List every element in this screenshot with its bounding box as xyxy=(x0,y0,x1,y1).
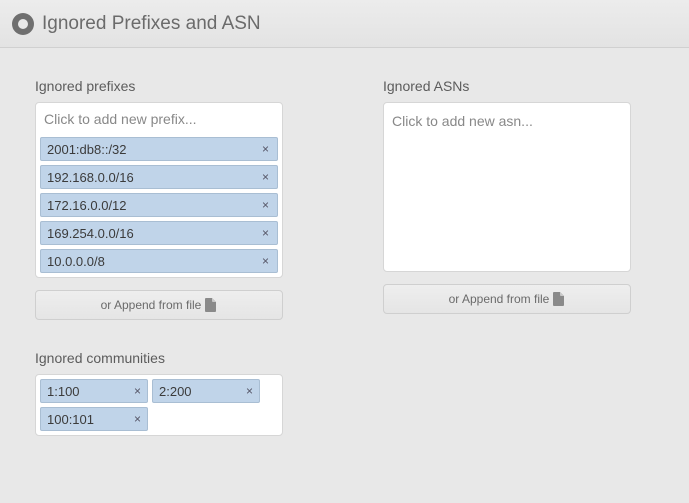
app-logo-icon xyxy=(12,13,34,35)
prefix-tag[interactable]: 2001:db8::/32 × xyxy=(40,137,278,161)
community-tag-text: 1:100 xyxy=(47,384,80,399)
prefix-tag-text: 172.16.0.0/12 xyxy=(47,198,127,213)
content-area: Ignored prefixes 2001:db8::/32 × 192.168… xyxy=(0,48,689,456)
prefix-tag-text: 2001:db8::/32 xyxy=(47,142,127,157)
remove-prefix-icon[interactable]: × xyxy=(260,170,271,184)
ignored-prefixes-box[interactable]: 2001:db8::/32 × 192.168.0.0/16 × 172.16.… xyxy=(35,102,283,278)
ignored-asns-section: Ignored ASNs or Append from file xyxy=(383,78,631,320)
page-title: Ignored Prefixes and ASN xyxy=(42,13,261,35)
ignored-prefixes-label: Ignored prefixes xyxy=(35,78,283,94)
append-from-file-label: or Append from file xyxy=(449,292,550,306)
append-from-file-label: or Append from file xyxy=(101,298,202,312)
add-community-input[interactable] xyxy=(152,409,172,429)
page-header: Ignored Prefixes and ASN xyxy=(0,0,689,48)
prefix-tag-text: 10.0.0.0/8 xyxy=(47,254,105,269)
remove-community-icon[interactable]: × xyxy=(132,412,143,426)
append-prefixes-from-file-button[interactable]: or Append from file xyxy=(35,290,283,320)
community-tag[interactable]: 2:200 × xyxy=(152,379,260,403)
file-icon xyxy=(553,292,565,306)
remove-prefix-icon[interactable]: × xyxy=(260,198,271,212)
remove-community-icon[interactable]: × xyxy=(132,384,143,398)
prefix-tag[interactable]: 169.254.0.0/16 × xyxy=(40,221,278,245)
community-tag[interactable]: 100:101 × xyxy=(40,407,148,431)
remove-community-icon[interactable]: × xyxy=(244,384,255,398)
community-tag-text: 2:200 xyxy=(159,384,192,399)
prefix-tag[interactable]: 10.0.0.0/8 × xyxy=(40,249,278,273)
ignored-asns-box[interactable] xyxy=(383,102,631,272)
remove-prefix-icon[interactable]: × xyxy=(260,226,271,240)
remove-prefix-icon[interactable]: × xyxy=(260,142,271,156)
remove-prefix-icon[interactable]: × xyxy=(260,254,271,268)
file-icon xyxy=(205,298,217,312)
ignored-prefixes-section: Ignored prefixes 2001:db8::/32 × 192.168… xyxy=(35,78,283,320)
prefix-tag-text: 192.168.0.0/16 xyxy=(47,170,134,185)
prefix-tag[interactable]: 192.168.0.0/16 × xyxy=(40,165,278,189)
community-tag-text: 100:101 xyxy=(47,412,94,427)
ignored-asns-label: Ignored ASNs xyxy=(383,78,631,94)
ignored-communities-label: Ignored communities xyxy=(35,350,654,366)
ignored-communities-section: Ignored communities 1:100 × 2:200 × 100:… xyxy=(35,350,654,436)
add-prefix-input[interactable] xyxy=(44,109,274,129)
ignored-communities-box[interactable]: 1:100 × 2:200 × 100:101 × xyxy=(35,374,283,436)
prefix-tag-text: 169.254.0.0/16 xyxy=(47,226,134,241)
community-tag[interactable]: 1:100 × xyxy=(40,379,148,403)
add-asn-input[interactable] xyxy=(392,111,622,131)
append-asns-from-file-button[interactable]: or Append from file xyxy=(383,284,631,314)
prefix-tag[interactable]: 172.16.0.0/12 × xyxy=(40,193,278,217)
